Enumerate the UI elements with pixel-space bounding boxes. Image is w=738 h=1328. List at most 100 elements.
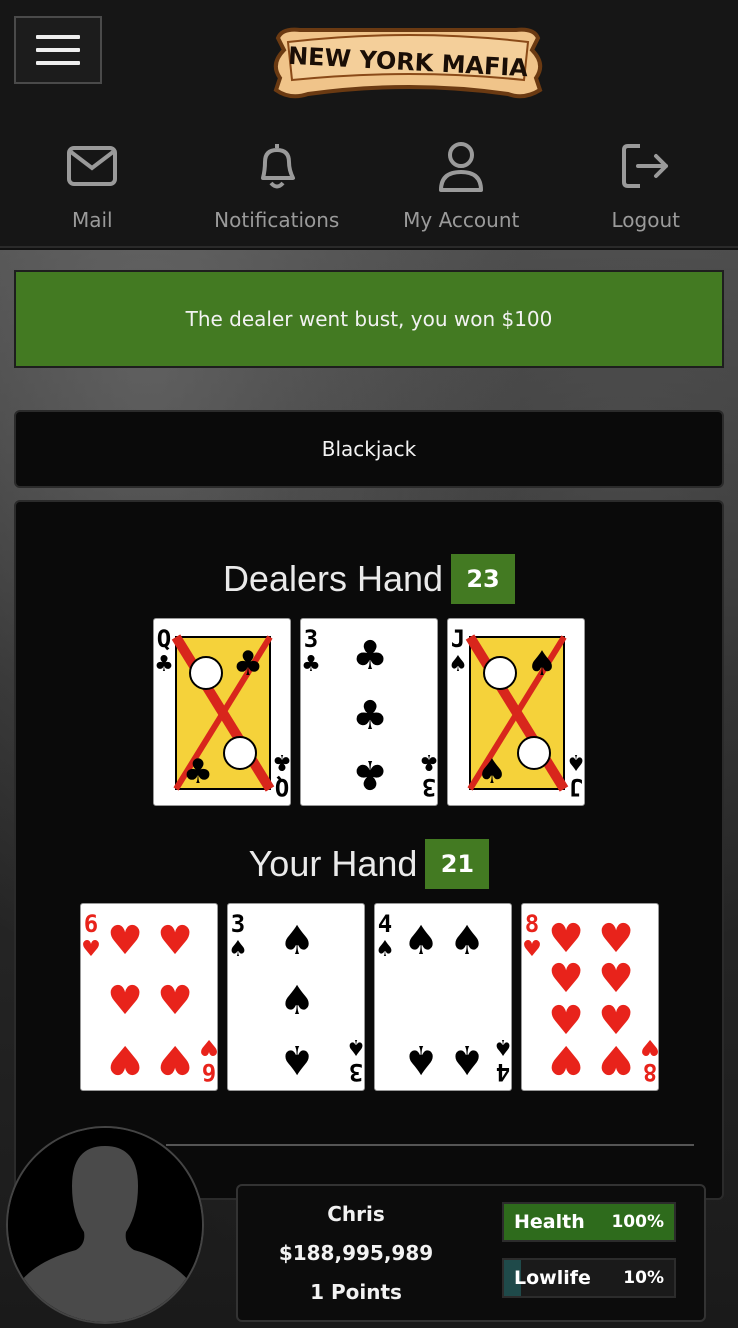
player-points: 1 Points <box>310 1280 402 1305</box>
nav-item-notifications[interactable]: Notifications <box>185 140 370 240</box>
card-rank-label: 3 <box>348 1058 362 1086</box>
dealer-cards-row: Q ♣ Q ♣ ♣ ♣ 3 ♣ 3 ♣ ♣ ♣ ♣ J ♠ J ♠ ♠ ♠ <box>16 618 722 806</box>
card-rank-label: 3 <box>304 625 318 653</box>
card-rank-label: Q <box>157 625 171 653</box>
clubs-icon: ♣ <box>301 652 321 677</box>
game-title-panel: Blackjack <box>14 410 724 488</box>
hearts-pip-icon: ♥ <box>548 956 584 1002</box>
card-rank-label: 8 <box>524 910 538 938</box>
lowlife-label: Lowlife <box>514 1267 591 1289</box>
player-info: Chris $188,995,989 1 Points <box>238 1186 474 1320</box>
game-title: Blackjack <box>321 437 417 461</box>
dealer-card-2: 3 ♣ 3 ♣ ♣ ♣ ♣ <box>300 618 438 806</box>
clubs-icon: ♣ <box>272 749 291 774</box>
player-name: Chris <box>327 1201 385 1226</box>
hamburger-menu-button[interactable] <box>14 16 102 84</box>
nav-label-mail: Mail <box>71 208 113 232</box>
game-logo[interactable]: NEW YORK MAFIA <box>270 20 546 104</box>
face-card-figure <box>517 736 551 770</box>
spades-pip-icon: ♠ <box>449 918 485 964</box>
player-card-4: 8 ♥ 8 ♥ ♥ ♥ ♥ ♥ ♥ ♥ ♥ ♥ <box>520 903 659 1091</box>
spades-pip-icon: ♠ <box>279 1036 315 1082</box>
hearts-pip-icon: ♥ <box>598 1036 634 1082</box>
clubs-icon: ♣ <box>419 749 438 774</box>
spades-icon: ♠ <box>477 752 507 792</box>
hearts-pip-icon: ♥ <box>157 978 193 1024</box>
clubs-pip-icon: ♣ <box>352 693 388 739</box>
card-rank-label: 3 <box>230 910 244 938</box>
lowlife-bar: Lowlife 10% <box>502 1258 676 1298</box>
spades-icon: ♠ <box>346 1034 365 1059</box>
dealer-score-badge: 23 <box>451 554 516 604</box>
dealer-hand-label: Dealers Hand <box>222 558 444 599</box>
face-card-figure <box>223 736 257 770</box>
user-icon <box>439 142 484 192</box>
card-rank-label: 6 <box>201 1058 215 1086</box>
player-card-2: 3 ♠ 3 ♠ ♠ ♠ ♠ <box>226 903 365 1091</box>
card-rank-label: 4 <box>495 1058 509 1086</box>
top-header: NEW YORK MAFIA Mail Notifications My Acc… <box>0 0 738 248</box>
health-value: 100% <box>611 1212 664 1232</box>
player-money: $188,995,989 <box>278 1240 434 1265</box>
menu-bar-icon <box>36 35 80 39</box>
hearts-icon: ♥ <box>81 937 101 962</box>
hearts-icon: ♥ <box>522 937 542 962</box>
nav-label-my-account: My Account <box>403 208 520 232</box>
spades-pip-icon: ♠ <box>279 918 315 964</box>
player-card-1: 6 ♥ 6 ♥ ♥ ♥ ♥ ♥ ♥ ♥ <box>79 903 218 1091</box>
hearts-pip-icon: ♥ <box>598 956 634 1002</box>
nav-label-notifications: Notifications <box>214 208 340 232</box>
player-cards-row: 6 ♥ 6 ♥ ♥ ♥ ♥ ♥ ♥ ♥ 3 ♠ 3 ♠ ♠ ♠ ♠ 4 ♠ 4 ♠ ♠ ♠ ♠ ♠ 8 ♥ 8 ♥ ♥ ♥ ♥ ♥ ♥ ♥ ♥ ♥ <box>16 903 722 1091</box>
lowlife-value: 10% <box>623 1268 664 1288</box>
dealer-card-3: J ♠ J ♠ ♠ ♠ <box>447 618 585 806</box>
dealer-card-1: Q ♣ Q ♣ ♣ ♣ <box>153 618 291 806</box>
clubs-pip-icon: ♣ <box>352 751 388 797</box>
player-status-panel: Chris $188,995,989 1 Points Health 100% … <box>236 1184 706 1322</box>
dealer-hand-heading: Dealers Hand 23 <box>16 554 722 604</box>
clubs-icon: ♣ <box>183 752 213 792</box>
face-card-figure <box>189 656 223 690</box>
spades-pip-icon: ♠ <box>403 1036 439 1082</box>
card-rank-label: J <box>451 625 465 653</box>
main-nav: Mail Notifications My Account Logout <box>0 140 738 240</box>
nav-item-my-account[interactable]: My Account <box>369 140 554 240</box>
spades-icon: ♠ <box>375 937 395 962</box>
card-rank-label: 8 <box>642 1058 656 1086</box>
hearts-pip-icon: ♥ <box>107 918 143 964</box>
mail-icon <box>67 146 118 186</box>
clubs-icon: ♣ <box>233 644 263 684</box>
silhouette-icon <box>8 1128 202 1322</box>
player-avatar[interactable] <box>6 1126 204 1324</box>
nav-item-logout[interactable]: Logout <box>554 140 738 240</box>
card-rank-label: J <box>569 773 583 801</box>
nav-label-logout: Logout <box>611 208 680 232</box>
health-label: Health <box>514 1211 585 1233</box>
player-hand-heading: Your Hand 21 <box>16 839 722 889</box>
face-card-figure <box>483 656 517 690</box>
result-alert: The dealer went bust, you won $100 <box>14 270 724 368</box>
card-rank-label: 3 <box>422 773 436 801</box>
clubs-icon: ♣ <box>154 652 174 677</box>
spades-icon: ♠ <box>493 1034 512 1059</box>
hearts-pip-icon: ♥ <box>107 1036 143 1082</box>
section-divider <box>166 1144 694 1146</box>
spades-icon: ♠ <box>566 749 585 774</box>
player-hand-label: Your Hand <box>248 843 418 884</box>
spades-icon: ♠ <box>448 652 468 677</box>
spades-icon: ♠ <box>228 937 248 962</box>
blackjack-table: Dealers Hand 23 Q ♣ Q ♣ ♣ ♣ 3 ♣ 3 ♣ ♣ ♣ ♣ J ♠ J ♠ ♠ ♠ Your… <box>14 500 724 1200</box>
nav-item-mail[interactable]: Mail <box>0 140 185 240</box>
hearts-icon: ♥ <box>199 1034 218 1059</box>
spades-pip-icon: ♠ <box>279 978 315 1024</box>
hearts-pip-icon: ♥ <box>157 918 193 964</box>
clubs-pip-icon: ♣ <box>352 633 388 679</box>
menu-bar-icon <box>36 48 80 52</box>
spades-icon: ♠ <box>527 644 557 684</box>
hearts-pip-icon: ♥ <box>157 1036 193 1082</box>
spades-pip-icon: ♠ <box>449 1036 485 1082</box>
spades-pip-icon: ♠ <box>403 918 439 964</box>
card-rank-label: 4 <box>377 910 391 938</box>
health-bar: Health 100% <box>502 1202 676 1242</box>
player-score-badge: 21 <box>425 839 490 889</box>
player-card-3: 4 ♠ 4 ♠ ♠ ♠ ♠ ♠ <box>373 903 512 1091</box>
